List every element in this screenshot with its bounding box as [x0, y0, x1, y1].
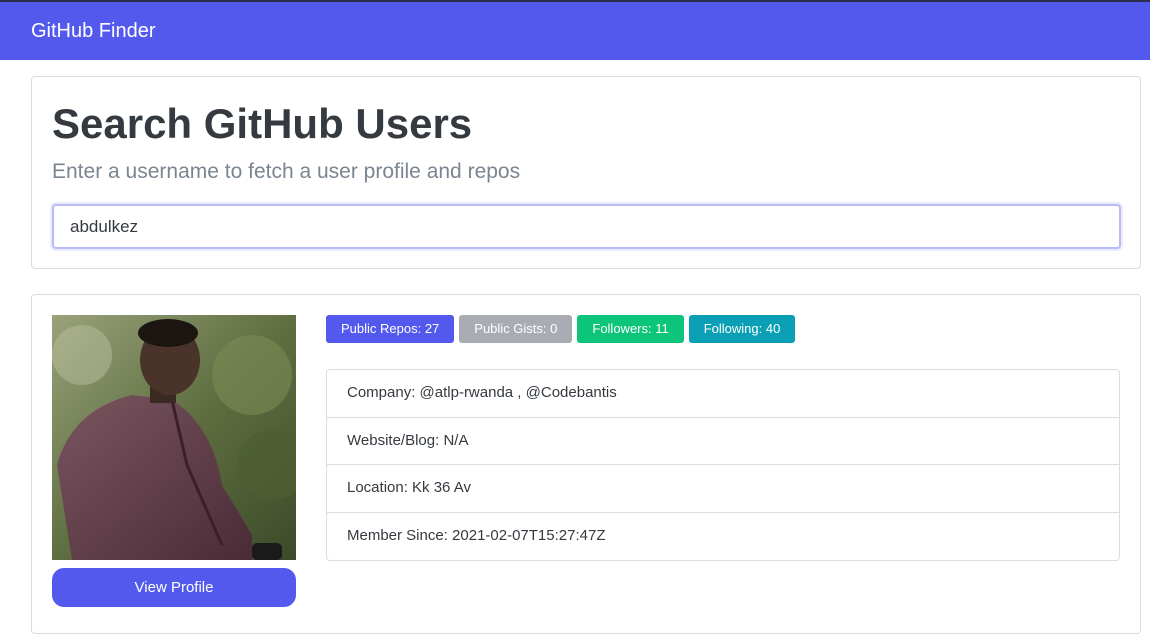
following-badge: Following: 40	[688, 315, 796, 343]
navbar: GitHub Finder	[0, 2, 1150, 60]
website-item: Website/Blog: N/A	[327, 418, 1119, 465]
brand-link[interactable]: GitHub Finder	[31, 19, 156, 43]
search-description: Enter a username to fetch a user profile…	[52, 160, 521, 183]
stats-badges: Public Repos: 27 Public Gists: 0 Followe…	[326, 315, 796, 343]
user-avatar	[52, 315, 296, 560]
public-gists-badge: Public Gists: 0	[459, 315, 573, 343]
profile-card: View Profile Public Repos: 27 Public Gis…	[31, 294, 1141, 634]
company-item: Company: @atlp-rwanda , @Codebantis	[327, 370, 1119, 418]
location-item: Location: Kk 36 Av	[327, 465, 1119, 513]
view-profile-button[interactable]: View Profile	[52, 568, 296, 607]
public-repos-badge: Public Repos: 27	[326, 315, 455, 343]
avatar-photo	[52, 315, 296, 560]
search-card: Search GitHub Users Enter a username to …	[31, 76, 1141, 269]
user-info-list: Company: @atlp-rwanda , @Codebantis Webs…	[326, 369, 1120, 561]
username-search-input[interactable]	[52, 204, 1121, 249]
member-since-item: Member Since: 2021-02-07T15:27:47Z	[347, 526, 606, 544]
followers-badge: Followers: 11	[577, 315, 684, 343]
page-title: Search GitHub Users	[52, 100, 473, 147]
